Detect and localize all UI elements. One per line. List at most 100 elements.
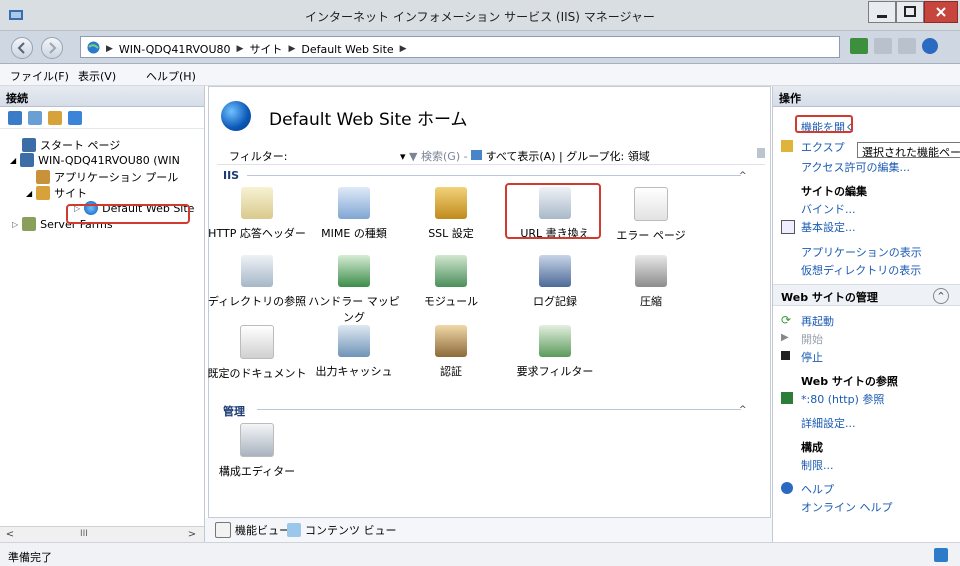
tab-label: コンテンツ ビュー <box>305 524 397 537</box>
authentication-icon <box>435 325 467 357</box>
feature-error-pages[interactable]: エラー ページ <box>601 187 701 243</box>
home-icon[interactable] <box>898 38 916 54</box>
browse-80-link[interactable]: *:80 (http) 参照 <box>801 391 884 407</box>
group-by-select[interactable]: 領域 <box>628 150 650 163</box>
collapse-up-icon[interactable]: ^ <box>739 171 747 181</box>
expander-icon[interactable]: ▷ <box>12 220 18 229</box>
feature-modules[interactable]: モジュール <box>401 255 501 309</box>
collapse-icon[interactable]: ^ <box>933 288 949 304</box>
collapse-up-icon[interactable]: ^ <box>739 405 747 415</box>
feature-authentication[interactable]: 認証 <box>401 325 501 379</box>
feature-ssl-settings[interactable]: SSL 設定 <box>401 187 501 241</box>
menu-file[interactable]: ファイル(F) <box>10 68 69 84</box>
actions-pane: 操作 機能を開く エクスプ 選択された機能ページを開き アクセス許可の編集...… <box>772 86 960 542</box>
online-help-link[interactable]: オンライン ヘルプ <box>801 499 893 515</box>
back-button[interactable] <box>11 37 33 59</box>
tree-node-start-page[interactable]: スタート ページ <box>22 137 120 153</box>
feature-handler-mappings[interactable]: ハンドラー マッピング <box>304 255 404 325</box>
explore-link[interactable]: エクスプ <box>801 139 845 155</box>
feature-compression[interactable]: 圧縮 <box>601 255 701 309</box>
scroll-left-icon[interactable]: < <box>2 528 18 541</box>
tree-node-server[interactable]: ◢ WIN-QDQ41RVOU80 (WIN <box>10 153 180 167</box>
menu-view[interactable]: 表示(V) <box>78 68 116 84</box>
view-applications-link[interactable]: アプリケーションの表示 <box>801 244 922 260</box>
address-tools <box>850 38 938 54</box>
handler-mappings-icon <box>338 255 370 287</box>
actions-header: 操作 <box>773 86 960 107</box>
browse-site-heading: Web サイトの参照 <box>801 375 898 388</box>
address-field[interactable]: ▶ WIN-QDQ41RVOU80 ▶ サイト ▶ Default Web Si… <box>80 36 840 58</box>
breadcrumb-item-server[interactable]: WIN-QDQ41RVOU80 <box>119 43 231 56</box>
tree-node-label: WIN-QDQ41RVOU80 (WIN <box>38 153 180 167</box>
stop-icon[interactable] <box>874 38 892 54</box>
feature-directory-browsing[interactable]: ディレクトリの参照 <box>207 255 307 309</box>
delete-connection-icon[interactable] <box>68 110 82 125</box>
tree-node-app-pools[interactable]: アプリケーション プール <box>36 169 178 185</box>
breadcrumb-item-site[interactable]: Default Web Site <box>301 43 393 56</box>
network-icon[interactable] <box>850 38 868 54</box>
search-icon[interactable]: ▼ <box>409 150 417 163</box>
minimize-button[interactable] <box>868 1 896 23</box>
expander-icon[interactable]: ◢ <box>26 189 32 198</box>
feature-configuration-editor[interactable]: 構成エディター <box>207 423 307 479</box>
breadcrumb-arrow-icon: ▶ <box>399 44 407 54</box>
close-button[interactable] <box>924 1 958 23</box>
feature-label: SSL 設定 <box>428 227 474 240</box>
feature-label: 構成エディター <box>218 465 296 478</box>
modules-icon <box>435 255 467 287</box>
features-pane: Default Web Site ホーム フィルター: ▾ ▼ 検索(G) - … <box>205 86 787 542</box>
breadcrumb-item-sites[interactable]: サイト <box>249 41 282 57</box>
status-text: 準備完了 <box>8 551 52 564</box>
view-virtual-directories-link[interactable]: 仮想ディレクトリの表示 <box>801 262 921 278</box>
menu-help[interactable]: ヘルプ(H) <box>146 68 196 84</box>
feature-http-response-headers[interactable]: HTTP 応答ヘッダー <box>207 187 307 241</box>
configuration-heading: 構成 <box>801 441 823 454</box>
request-filtering-icon <box>539 325 571 357</box>
show-all-button[interactable]: すべて表示(A) <box>486 150 556 163</box>
save-icon[interactable] <box>28 110 42 125</box>
forward-button[interactable] <box>41 37 63 59</box>
expander-icon[interactable]: ◢ <box>10 156 16 165</box>
group-heading-iis[interactable]: IIS <box>223 169 239 182</box>
error-pages-icon <box>634 187 668 221</box>
feature-output-cache[interactable]: 出力キャッシュ <box>304 325 404 379</box>
manage-site-section[interactable]: Web サイトの管理 ^ <box>773 284 960 306</box>
feature-mime-types[interactable]: MIME の種類 <box>304 187 404 241</box>
feature-logging[interactable]: ログ記録 <box>505 255 605 309</box>
search-button[interactable]: 検索(G) <box>421 150 460 163</box>
feature-label: 認証 <box>440 365 462 378</box>
scroll-right-icon[interactable]: > <box>184 528 200 541</box>
advanced-settings-link[interactable]: 詳細設定... <box>801 415 856 431</box>
directory-browsing-icon <box>241 255 273 287</box>
limits-link[interactable]: 制限... <box>801 457 834 473</box>
basic-settings-link[interactable]: 基本設定... <box>801 219 856 235</box>
compression-icon <box>635 255 667 287</box>
restart-link[interactable]: 再起動 <box>801 313 834 329</box>
scrollbar-thumb[interactable] <box>757 148 765 158</box>
help-icon[interactable] <box>922 38 938 54</box>
tab-features-view[interactable]: 機能ビュー <box>215 522 290 538</box>
start-page-icon <box>22 138 36 152</box>
connect-icon[interactable] <box>8 110 22 125</box>
feature-request-filtering[interactable]: 要求フィルター <box>505 325 605 379</box>
feature-label: エラー ページ <box>616 229 686 242</box>
filter-dropdown-icon[interactable]: ▾ <box>400 150 406 163</box>
edit-permissions-link[interactable]: アクセス許可の編集... <box>801 159 910 175</box>
tree-node-sites[interactable]: ◢ サイト <box>26 185 87 201</box>
basic-settings-icon <box>781 220 795 234</box>
tab-content-view[interactable]: コンテンツ ビュー <box>287 522 397 538</box>
group-heading-management[interactable]: 管理 <box>223 403 245 419</box>
scroll-grip[interactable]: III <box>80 529 88 539</box>
highlight-box <box>66 204 190 224</box>
highlight-box <box>795 115 853 133</box>
address-bar: ▶ WIN-QDQ41RVOU80 ▶ サイト ▶ Default Web Si… <box>0 31 960 64</box>
up-folder-icon[interactable] <box>48 110 62 125</box>
feature-default-document[interactable]: 既定のドキュメント <box>207 325 307 381</box>
maximize-button[interactable] <box>896 1 924 23</box>
bindings-link[interactable]: バインド... <box>801 201 856 217</box>
filter-bar: フィルター: ▾ ▼ 検索(G) - すべて表示(A) | グループ化: 領域 … <box>217 142 787 165</box>
help-link[interactable]: ヘルプ <box>801 481 834 497</box>
horizontal-scrollbar[interactable]: < III > <box>0 526 204 542</box>
start-link[interactable]: 開始 <box>801 331 823 347</box>
stop-link[interactable]: 停止 <box>801 349 823 365</box>
